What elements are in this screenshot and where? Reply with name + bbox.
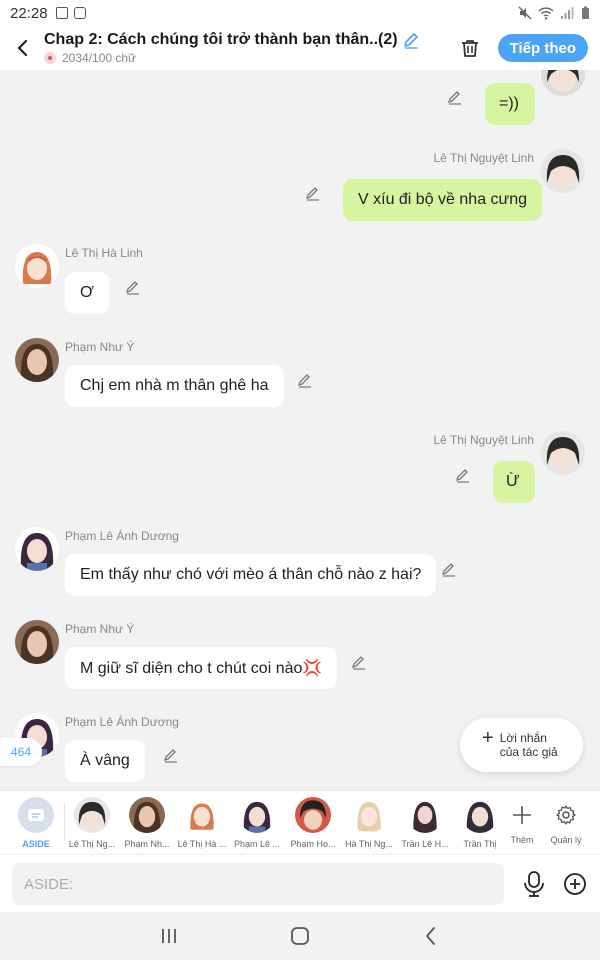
edit-icon[interactable] — [296, 371, 314, 389]
avatar-pham-nhu-y[interactable] — [15, 338, 59, 382]
next-button[interactable]: Tiếp theo — [497, 34, 588, 62]
character-label: Phạm Ho... — [290, 839, 336, 849]
add-circle-icon[interactable] — [563, 872, 587, 896]
edit-title-icon[interactable] — [402, 31, 420, 49]
avatar-pham-le-anh-duong[interactable] — [15, 527, 59, 571]
edit-icon[interactable] — [162, 746, 180, 764]
avatar-pham-nhu-y[interactable] — [15, 620, 59, 664]
sender-name: Phạm Như Ý — [65, 622, 135, 636]
back-button[interactable] — [0, 26, 44, 70]
avatar — [239, 797, 275, 833]
sender-name: Lê Thị Nguyệt Linh — [433, 433, 534, 447]
avatar-le-thi-nguyet-linh[interactable] — [541, 149, 585, 193]
top-bar: Chap 2: Cách chúng tôi trở thành bạn thâ… — [0, 26, 600, 70]
edit-icon[interactable] — [440, 560, 458, 578]
message-bubble[interactable]: À vâng — [65, 740, 145, 782]
character-label: Phạm Nh... — [124, 839, 170, 849]
chevron-left-icon — [17, 39, 28, 57]
notification-icon — [73, 7, 86, 19]
avatar — [407, 797, 443, 833]
manage-characters-button[interactable]: Quản lý — [538, 797, 594, 845]
edit-icon[interactable] — [304, 184, 322, 202]
character-label: Trần Lê H... — [401, 839, 449, 849]
message-bubble[interactable]: M giữ sĩ diện cho t chút coi nào💢 — [65, 647, 338, 689]
character-pham-le-anh-duong[interactable]: Phạm Lê ... — [229, 797, 285, 849]
character-label: Hà Thị Ng... — [345, 839, 393, 849]
battery-icon — [582, 6, 589, 19]
word-count-icon — [44, 52, 56, 64]
aside-count-badge[interactable]: 464 — [0, 738, 42, 766]
character-aside[interactable]: ASIDE — [8, 797, 64, 849]
character-ha-thi-ng[interactable]: Hà Thị Ng... — [341, 797, 397, 849]
character-pham-nhu-y[interactable]: Phạm Nh... — [119, 797, 175, 849]
message-bubble[interactable]: Ơ — [65, 272, 109, 314]
character-le-thi-ha-linh[interactable]: Lê Thị Hà ... — [174, 797, 230, 849]
avatar-le-thi-ha-linh[interactable] — [15, 244, 59, 288]
sender-name: Phạm Lê Ánh Dương — [65, 715, 179, 729]
composer — [0, 854, 600, 912]
character-tran-le-h[interactable]: Trần Lê H... — [397, 797, 453, 849]
avatar — [295, 797, 331, 833]
status-time: 22:28 — [10, 4, 48, 22]
gallery-icon — [55, 7, 68, 19]
home-icon[interactable] — [288, 924, 312, 948]
mic-icon[interactable] — [522, 871, 546, 897]
author-note-label-2: của tác giả — [499, 745, 558, 759]
plus-icon — [513, 806, 531, 824]
character-label: Lê Thị Ng... — [68, 839, 116, 849]
message-bubble[interactable]: Chj em nhà m thân ghê ha — [65, 365, 284, 407]
sender-name: Lê Thị Hà Linh — [65, 246, 143, 260]
plus-icon: + — [482, 727, 494, 749]
avatar — [462, 797, 498, 833]
avatar — [74, 797, 110, 833]
sender-name: Phạm Như Ý — [65, 340, 135, 354]
avatar-le-thi-nguyet-linh[interactable] — [541, 431, 585, 475]
character-label: ASIDE — [22, 839, 50, 849]
edit-icon[interactable] — [446, 88, 464, 106]
sender-name: Lê Thị Nguyệt Linh — [433, 151, 534, 165]
avatar — [184, 797, 220, 833]
avatar — [351, 797, 387, 833]
author-note-button[interactable]: + Lời nhắn của tác giả — [460, 718, 583, 772]
aside-icon — [18, 797, 54, 833]
character-pham-ho[interactable]: Phạm Ho... — [285, 797, 341, 849]
message-bubble[interactable]: V xíu đi bộ về nha cưng — [343, 179, 543, 221]
wifi-icon — [538, 7, 554, 20]
delete-button[interactable] — [450, 28, 490, 68]
trash-icon — [461, 40, 478, 57]
chat-area[interactable]: =)) Lê Thị Nguyệt Linh V xíu đi bộ về nh… — [0, 70, 600, 790]
message-bubble[interactable]: =)) — [485, 83, 535, 125]
avatar — [129, 797, 165, 833]
edit-icon[interactable] — [350, 653, 368, 671]
message-input[interactable] — [12, 863, 504, 905]
edit-icon[interactable] — [454, 466, 472, 484]
chapter-info: Chap 2: Cách chúng tôi trở thành bạn thâ… — [44, 31, 450, 65]
gear-icon — [556, 805, 576, 825]
chapter-title: Chap 2: Cách chúng tôi trở thành bạn thâ… — [44, 31, 398, 48]
edit-icon[interactable] — [124, 278, 142, 296]
mute-icon — [518, 6, 532, 20]
character-bar: ASIDE Lê Thị Ng... Phạm Nh... Lê Thị Hà … — [0, 790, 600, 854]
word-count: 2034/100 chữ — [62, 51, 137, 65]
message-bubble[interactable]: Ừ — [493, 461, 535, 503]
recent-apps-icon[interactable] — [157, 924, 181, 948]
manage-label: Quản lý — [550, 835, 582, 845]
status-icons — [518, 6, 590, 20]
author-note-label-1: Lời nhắn — [499, 731, 547, 745]
character-le-thi-nguyet-linh[interactable]: Lê Thị Ng... — [64, 797, 120, 849]
message-bubble[interactable]: Em thấy như chó với mèo á thân chỗ nào z… — [65, 554, 437, 596]
sender-name: Phạm Lê Ánh Dương — [65, 529, 179, 543]
character-label: Phạm Lê ... — [233, 839, 281, 849]
character-label: Lê Thị Hà ... — [177, 839, 227, 849]
avatar-le-thi-nguyet-linh[interactable] — [541, 70, 585, 96]
back-icon[interactable] — [419, 924, 443, 948]
system-nav-bar — [0, 912, 600, 960]
signal-icon — [561, 7, 574, 19]
status-bar: 22:28 — [0, 0, 600, 26]
